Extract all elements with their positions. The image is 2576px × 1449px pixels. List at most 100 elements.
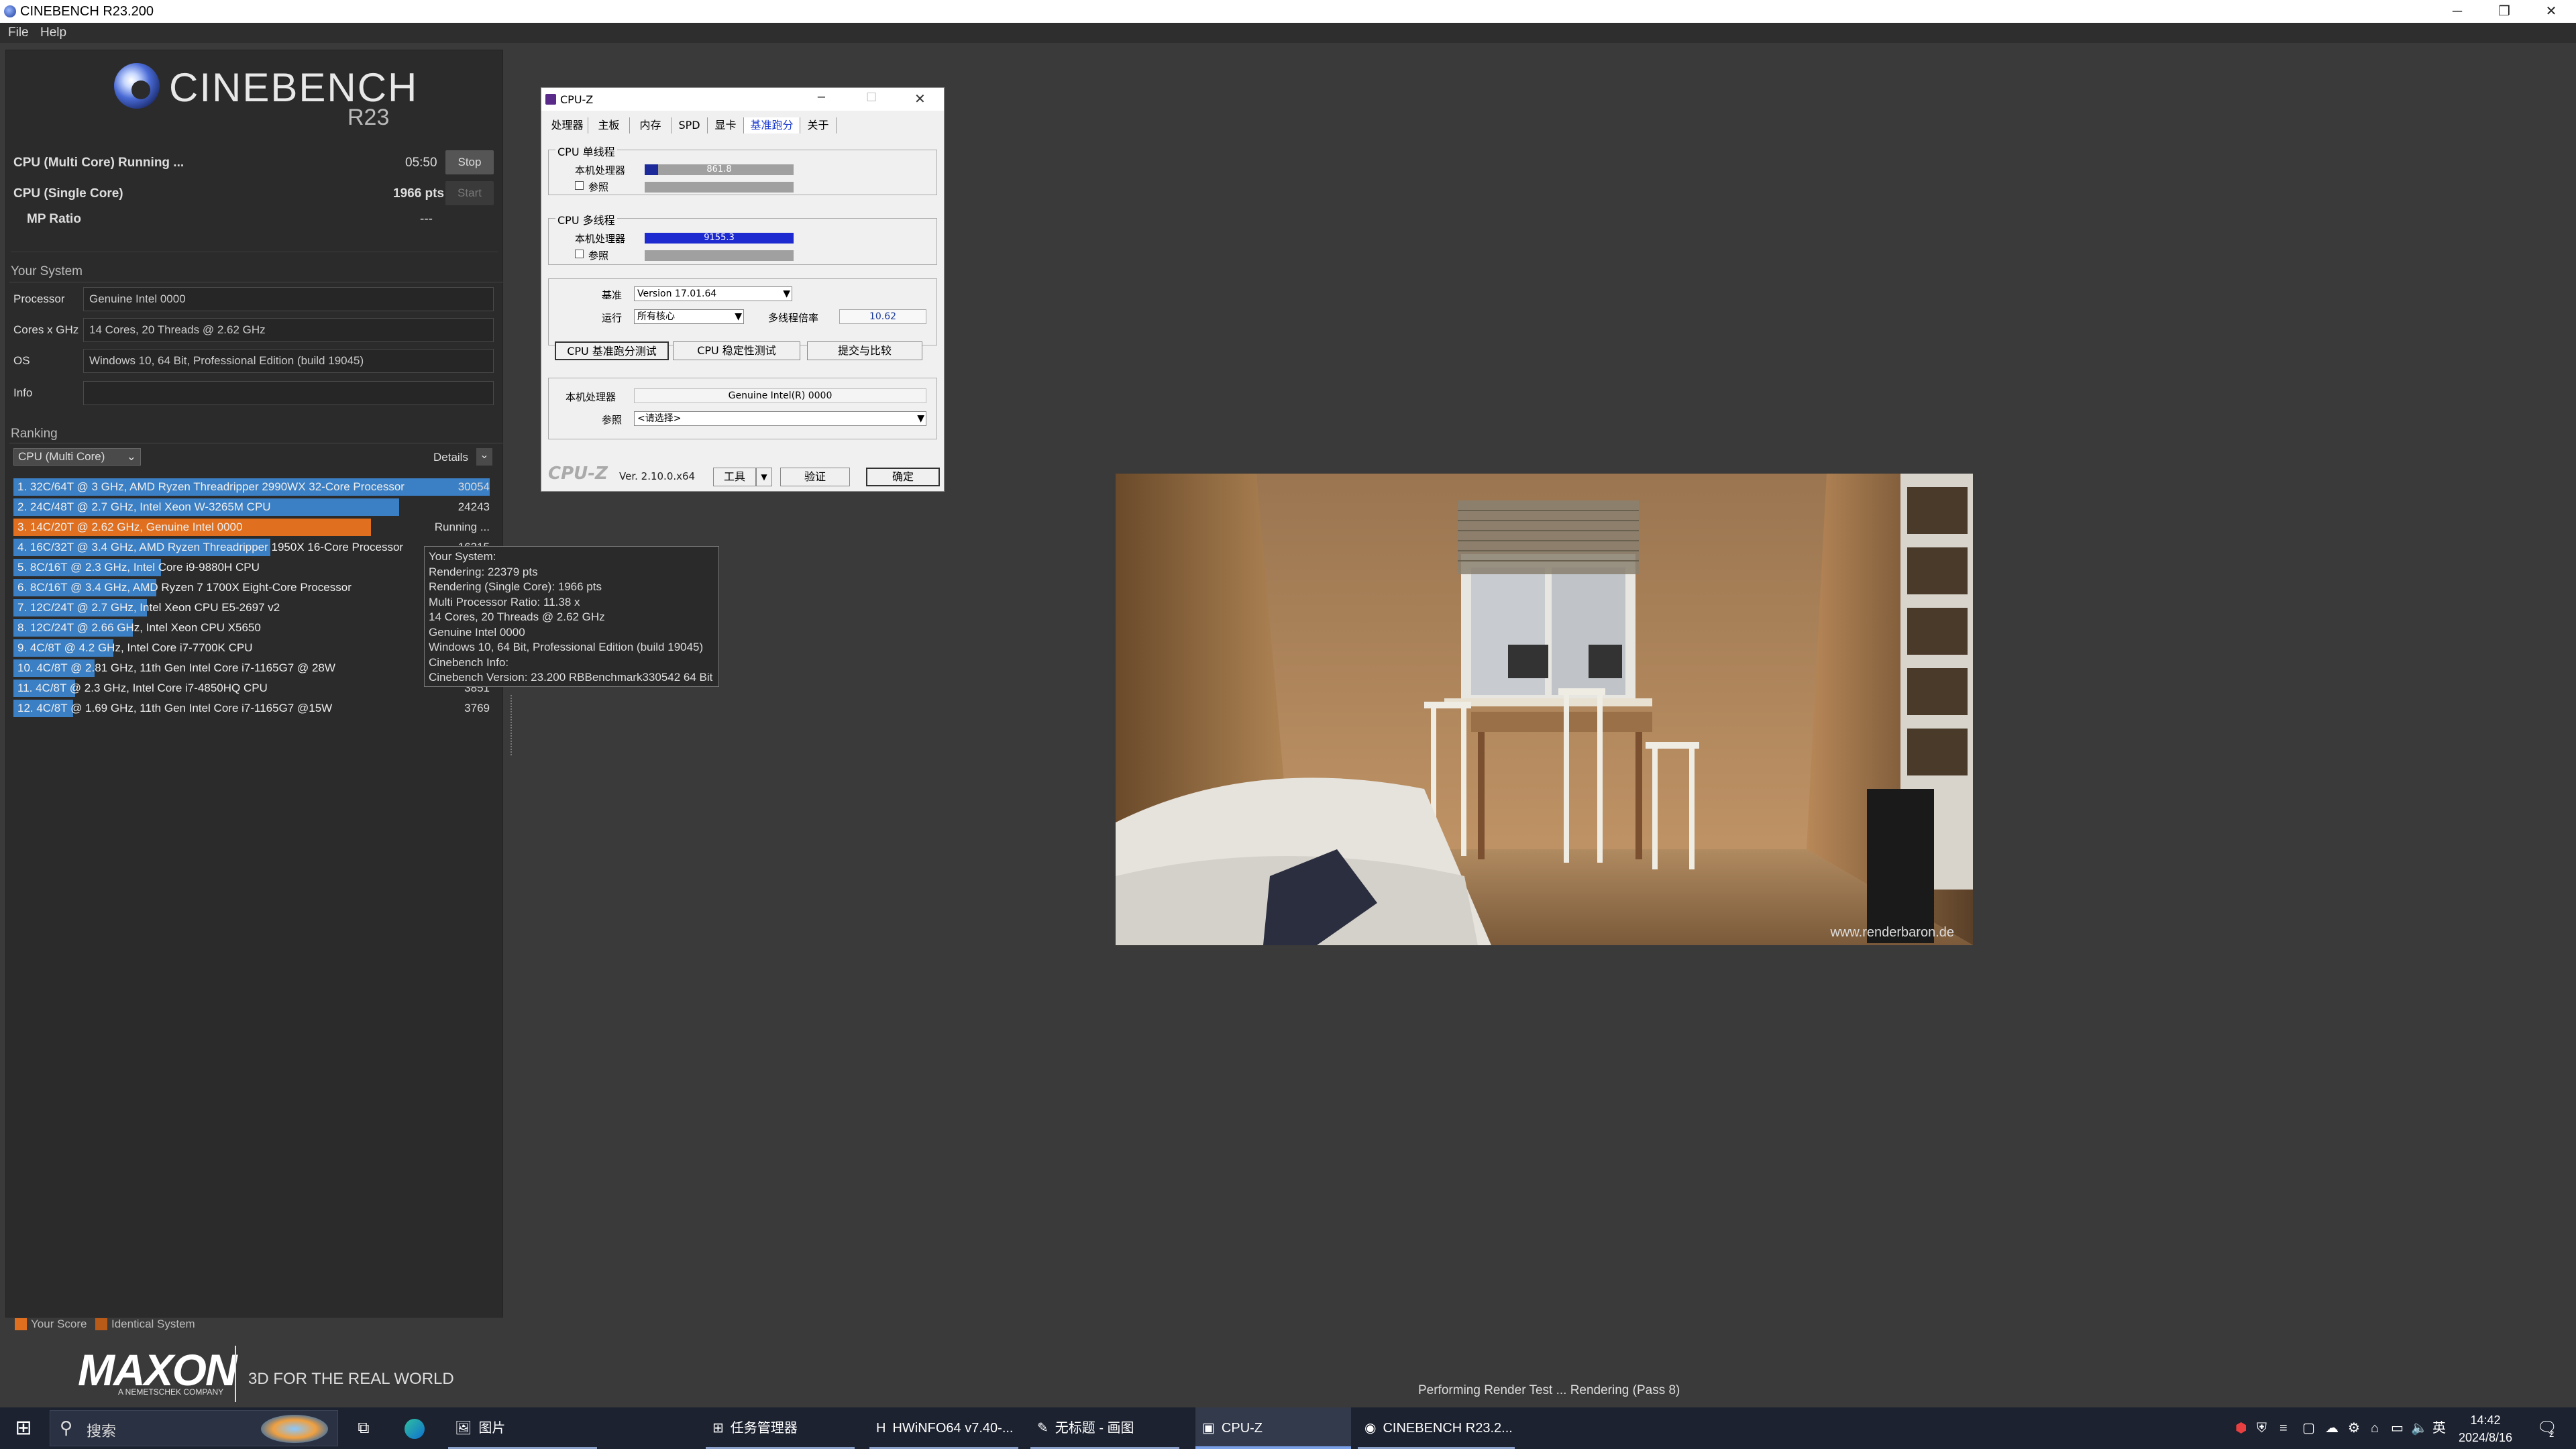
- cpuz-tab[interactable]: 内存: [630, 117, 672, 133]
- tooltip-line: Rendering: 22379 pts: [429, 565, 538, 578]
- run-mode-value: 所有核心: [637, 311, 675, 322]
- start-button[interactable]: Start: [445, 181, 494, 205]
- paint-icon: ✎: [1037, 1421, 1049, 1436]
- single-ref-checkbox[interactable]: [575, 181, 584, 190]
- processor-label: Processor: [13, 292, 65, 305]
- tray-display-icon[interactable]: ▭: [2391, 1407, 2404, 1449]
- submit-compare-button[interactable]: 提交与比较: [807, 341, 922, 360]
- cpuz-maximize-button[interactable]: ☐: [866, 91, 877, 105]
- cpuz-tab[interactable]: 主板: [588, 117, 630, 133]
- ranking-row[interactable]: 11. 4C/8T @ 2.3 GHz, Intel Core i7-4850H…: [13, 680, 490, 697]
- ranking-row[interactable]: 12. 4C/8T @ 1.69 GHz, 11th Gen Intel Cor…: [13, 700, 490, 717]
- validate-button[interactable]: 验证: [780, 468, 850, 486]
- menu-file[interactable]: File: [8, 25, 29, 40]
- cpuz-tab[interactable]: SPD: [672, 117, 708, 133]
- ranking-row-label: 8. 12C/24T @ 2.66 GHz, Intel Xeon CPU X5…: [17, 621, 261, 634]
- os-field: Windows 10, 64 Bit, Professional Edition…: [83, 349, 494, 373]
- ranking-row[interactable]: 7. 12C/24T @ 2.7 GHz, Intel Xeon CPU E5-…: [13, 599, 490, 616]
- ranking-type-select[interactable]: CPU (Multi Core) ⌄: [13, 448, 141, 466]
- window-title: CINEBENCH R23.200: [20, 4, 154, 19]
- clock[interactable]: 14:42 2024/8/16: [2450, 1411, 2521, 1446]
- hwinfo-icon: H: [876, 1421, 886, 1436]
- room-render-image: www.renderbaron.de: [1116, 474, 1973, 945]
- ime-indicator[interactable]: 英: [2432, 1407, 2446, 1449]
- panel-scroll-handle[interactable]: [511, 695, 512, 755]
- notification-count: 2: [2549, 1429, 2555, 1439]
- single-core-score: 1966 pts: [393, 186, 445, 201]
- multi-ref-label: 参照: [588, 250, 609, 262]
- task-manager-icon: ⊞: [712, 1421, 724, 1436]
- taskbar-app-3[interactable]: H HWiNFO64 v7.40-...: [869, 1407, 1018, 1449]
- cpu-bench-button[interactable]: CPU 基准跑分测试: [555, 341, 669, 360]
- cpuz-tab[interactable]: 基准跑分: [744, 117, 800, 133]
- tooltip-line: Rendering (Single Core): 1966 pts: [429, 580, 602, 593]
- taskbar-app-6[interactable]: ◉ CINEBENCH R23.2...: [1358, 1407, 1515, 1449]
- ranking-list: 1. 32C/64T @ 3 GHz, AMD Ryzen Threadripp…: [13, 478, 490, 717]
- taskbar-search-box[interactable]: ⚲ 搜索: [50, 1410, 338, 1446]
- info-field[interactable]: [83, 381, 494, 405]
- ranking-row[interactable]: 4. 16C/32T @ 3.4 GHz, AMD Ryzen Threadri…: [13, 539, 490, 556]
- ranking-row[interactable]: 9. 4C/8T @ 4.2 GHz, Intel Core i7-7700K …: [13, 639, 490, 657]
- cpuz-minimize-button[interactable]: ─: [818, 91, 825, 105]
- bench-version-select[interactable]: Version 17.01.64 ▼: [634, 286, 792, 301]
- ref-cpu-select[interactable]: <请选择> ▼: [634, 411, 926, 426]
- run-label: 运行: [602, 312, 623, 324]
- tray-network-icon[interactable]: ≡: [2279, 1407, 2288, 1449]
- ranking-row-score: 24243: [458, 500, 490, 513]
- ranking-row[interactable]: 3. 14C/20T @ 2.62 GHz, Genuine Intel 000…: [13, 519, 490, 536]
- ref-cpu-label: 参照: [602, 414, 623, 426]
- taskbar-app-4[interactable]: ✎ 无标题 - 画图: [1030, 1407, 1179, 1449]
- multi-ref-checkbox[interactable]: [575, 250, 584, 258]
- volume-icon[interactable]: 🔈: [2411, 1407, 2428, 1449]
- tray-settings-icon[interactable]: ⚙: [2348, 1407, 2360, 1449]
- ranking-row-score: 3769: [464, 702, 490, 714]
- ranking-row-label: 4. 16C/32T @ 3.4 GHz, AMD Ryzen Threadri…: [17, 541, 404, 553]
- tools-dropdown-button[interactable]: ▼: [756, 468, 772, 486]
- details-dropdown-button[interactable]: ⌄: [476, 448, 492, 466]
- cpuz-titlebar: CPU-Z ─ ☐ ✕: [541, 88, 944, 111]
- tooltip-line: Genuine Intel 0000: [429, 625, 525, 639]
- cpuz-close-button[interactable]: ✕: [914, 91, 926, 107]
- dropdown-arrow-icon: ▼: [917, 413, 924, 424]
- tray-shield-icon[interactable]: ⛨: [2257, 1407, 2267, 1449]
- restore-button[interactable]: ❐: [2481, 0, 2528, 23]
- ranking-row[interactable]: 6. 8C/16T @ 3.4 GHz, AMD Ryzen 7 1700X E…: [13, 579, 490, 596]
- cpuz-tab[interactable]: 显卡: [708, 117, 744, 133]
- tray-app-icon[interactable]: ⬢: [2235, 1407, 2247, 1449]
- tooltip-line: Windows 10, 64 Bit, Professional Edition…: [429, 641, 704, 653]
- ranking-row[interactable]: 8. 12C/24T @ 2.66 GHz, Intel Xeon CPU X5…: [13, 619, 490, 637]
- ranking-row[interactable]: 1. 32C/64T @ 3 GHz, AMD Ryzen Threadripp…: [13, 478, 490, 496]
- os-label: OS: [13, 354, 30, 367]
- start-button[interactable]: ⊞: [0, 1407, 47, 1449]
- your-score-swatch: [15, 1318, 27, 1330]
- close-button[interactable]: ✕: [2528, 0, 2575, 23]
- ranking-row[interactable]: 2. 24C/48T @ 2.7 GHz, Intel Xeon W-3265M…: [13, 498, 490, 516]
- ranking-row[interactable]: 5. 8C/16T @ 2.3 GHz, Intel Core i9-9880H…: [13, 559, 490, 576]
- cpu-stress-button[interactable]: CPU 稳定性测试: [673, 341, 800, 360]
- tray-monitor-icon[interactable]: ⌂: [2371, 1407, 2379, 1449]
- minimize-button[interactable]: ─: [2434, 0, 2481, 23]
- tray-window-icon[interactable]: ▢: [2302, 1407, 2315, 1449]
- app-logo-text: CINEBENCH: [169, 65, 419, 110]
- task-view-icon[interactable]: ⧉: [346, 1407, 381, 1449]
- taskbar-app-2[interactable]: ⊞ 任务管理器: [706, 1407, 855, 1449]
- cpuz-tab[interactable]: 处理器: [547, 117, 588, 133]
- tools-button[interactable]: 工具: [713, 468, 756, 486]
- taskbar-app-1[interactable]: 🖼 图片: [448, 1407, 597, 1449]
- tray-cloud-icon[interactable]: ☁: [2325, 1407, 2339, 1449]
- cpuz-tab[interactable]: 关于: [800, 117, 837, 133]
- multi-ref-bar: [645, 250, 794, 261]
- menu-help[interactable]: Help: [40, 25, 66, 40]
- notification-center-icon[interactable]: 🗨: [2530, 1407, 2564, 1449]
- stop-button[interactable]: Stop: [445, 150, 494, 174]
- ranking-row-label: 11. 4C/8T @ 2.3 GHz, Intel Core i7-4850H…: [17, 682, 268, 694]
- edge-icon[interactable]: [397, 1407, 432, 1449]
- ranking-row[interactable]: 10. 4C/8T @ 2.81 GHz, 11th Gen Intel Cor…: [13, 659, 490, 677]
- taskbar-app-5[interactable]: ▣ CPU-Z: [1195, 1407, 1351, 1449]
- ok-button[interactable]: 确定: [866, 468, 940, 486]
- tooltip-line: Cinebench Version: 23.200 RBBenchmark330…: [429, 671, 713, 684]
- taskbar-app-label: CPU-Z: [1221, 1421, 1263, 1436]
- single-thread-group-label: CPU 单线程: [555, 143, 617, 159]
- ranking-row-label: 1. 32C/64T @ 3 GHz, AMD Ryzen Threadripp…: [17, 480, 405, 493]
- run-mode-select[interactable]: 所有核心 ▼: [634, 309, 744, 324]
